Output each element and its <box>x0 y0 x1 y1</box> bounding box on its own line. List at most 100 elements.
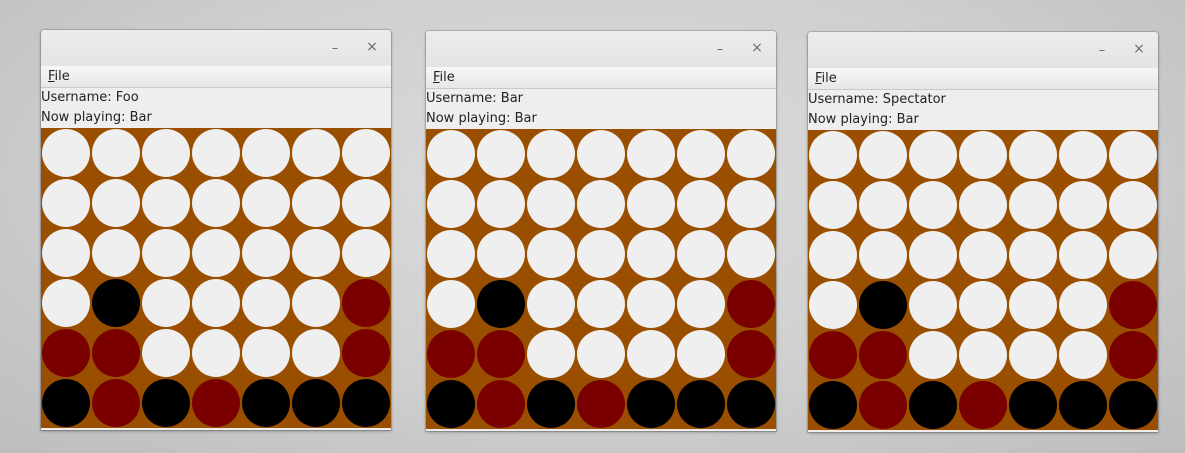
file-menu[interactable]: File <box>431 69 457 86</box>
board-cell[interactable] <box>1058 380 1108 430</box>
board-cell[interactable] <box>726 279 776 329</box>
board-cell[interactable] <box>676 129 726 179</box>
board-cell[interactable] <box>291 128 341 178</box>
board-cell[interactable] <box>1108 280 1158 330</box>
game-board[interactable] <box>426 129 776 429</box>
board-cell[interactable] <box>341 128 391 178</box>
board-cell[interactable] <box>576 379 626 429</box>
board-cell[interactable] <box>676 379 726 429</box>
board-cell[interactable] <box>476 229 526 279</box>
board-cell[interactable] <box>141 278 191 328</box>
board-cell[interactable] <box>341 178 391 228</box>
board-cell[interactable] <box>726 379 776 429</box>
board-cell[interactable] <box>626 379 676 429</box>
board-cell[interactable] <box>91 278 141 328</box>
board-cell[interactable] <box>1008 180 1058 230</box>
board-cell[interactable] <box>141 228 191 278</box>
board-cell[interactable] <box>1008 380 1058 430</box>
board-cell[interactable] <box>91 378 141 428</box>
board-cell[interactable] <box>91 178 141 228</box>
board-cell[interactable] <box>291 178 341 228</box>
window-titlebar[interactable]: – × <box>808 32 1158 68</box>
board-cell[interactable] <box>526 179 576 229</box>
board-cell[interactable] <box>1008 280 1058 330</box>
board-cell[interactable] <box>241 328 291 378</box>
board-cell[interactable] <box>191 128 241 178</box>
board-cell[interactable] <box>1058 230 1108 280</box>
board-cell[interactable] <box>526 379 576 429</box>
minimize-icon[interactable]: – <box>712 40 728 57</box>
board-cell[interactable] <box>241 278 291 328</box>
window-titlebar[interactable]: – × <box>41 30 391 66</box>
board-cell[interactable] <box>908 130 958 180</box>
board-cell[interactable] <box>1058 330 1108 380</box>
board-cell[interactable] <box>241 228 291 278</box>
board-cell[interactable] <box>1108 130 1158 180</box>
board-cell[interactable] <box>626 129 676 179</box>
board-cell[interactable] <box>91 328 141 378</box>
board-cell[interactable] <box>41 378 91 428</box>
board-cell[interactable] <box>576 279 626 329</box>
board-cell[interactable] <box>726 179 776 229</box>
board-cell[interactable] <box>291 228 341 278</box>
close-icon[interactable]: × <box>749 40 765 56</box>
board-cell[interactable] <box>91 128 141 178</box>
board-cell[interactable] <box>726 329 776 379</box>
board-cell[interactable] <box>41 278 91 328</box>
board-cell[interactable] <box>958 280 1008 330</box>
board-cell[interactable] <box>41 128 91 178</box>
board-cell[interactable] <box>1108 380 1158 430</box>
board-cell[interactable] <box>1108 230 1158 280</box>
minimize-icon[interactable]: – <box>1094 41 1110 58</box>
board-cell[interactable] <box>1058 180 1108 230</box>
board-cell[interactable] <box>41 228 91 278</box>
board-cell[interactable] <box>426 279 476 329</box>
board-cell[interactable] <box>476 329 526 379</box>
board-cell[interactable] <box>426 129 476 179</box>
board-cell[interactable] <box>808 280 858 330</box>
board-cell[interactable] <box>341 378 391 428</box>
board-cell[interactable] <box>958 130 1008 180</box>
file-menu[interactable]: File <box>46 68 72 85</box>
board-cell[interactable] <box>676 229 726 279</box>
board-cell[interactable] <box>426 379 476 429</box>
board-cell[interactable] <box>676 279 726 329</box>
board-cell[interactable] <box>1008 130 1058 180</box>
board-cell[interactable] <box>908 380 958 430</box>
board-cell[interactable] <box>141 378 191 428</box>
file-menu[interactable]: File <box>813 70 839 87</box>
board-cell[interactable] <box>1058 280 1108 330</box>
board-cell[interactable] <box>191 378 241 428</box>
board-cell[interactable] <box>808 130 858 180</box>
board-cell[interactable] <box>958 230 1008 280</box>
board-cell[interactable] <box>291 278 341 328</box>
board-cell[interactable] <box>526 229 576 279</box>
board-cell[interactable] <box>858 380 908 430</box>
game-board[interactable] <box>41 128 391 428</box>
board-cell[interactable] <box>858 230 908 280</box>
close-icon[interactable]: × <box>364 39 380 55</box>
board-cell[interactable] <box>808 380 858 430</box>
board-cell[interactable] <box>1008 330 1058 380</box>
board-cell[interactable] <box>426 329 476 379</box>
board-cell[interactable] <box>858 180 908 230</box>
board-cell[interactable] <box>526 129 576 179</box>
board-cell[interactable] <box>191 228 241 278</box>
board-cell[interactable] <box>191 178 241 228</box>
board-cell[interactable] <box>576 229 626 279</box>
board-cell[interactable] <box>676 179 726 229</box>
board-cell[interactable] <box>141 178 191 228</box>
board-cell[interactable] <box>476 379 526 429</box>
board-cell[interactable] <box>426 179 476 229</box>
board-cell[interactable] <box>676 329 726 379</box>
board-cell[interactable] <box>241 178 291 228</box>
board-cell[interactable] <box>726 129 776 179</box>
board-cell[interactable] <box>626 179 676 229</box>
board-cell[interactable] <box>1058 130 1108 180</box>
board-cell[interactable] <box>476 129 526 179</box>
board-cell[interactable] <box>626 229 676 279</box>
board-cell[interactable] <box>41 178 91 228</box>
board-cell[interactable] <box>91 228 141 278</box>
board-cell[interactable] <box>241 128 291 178</box>
minimize-icon[interactable]: – <box>327 39 343 56</box>
